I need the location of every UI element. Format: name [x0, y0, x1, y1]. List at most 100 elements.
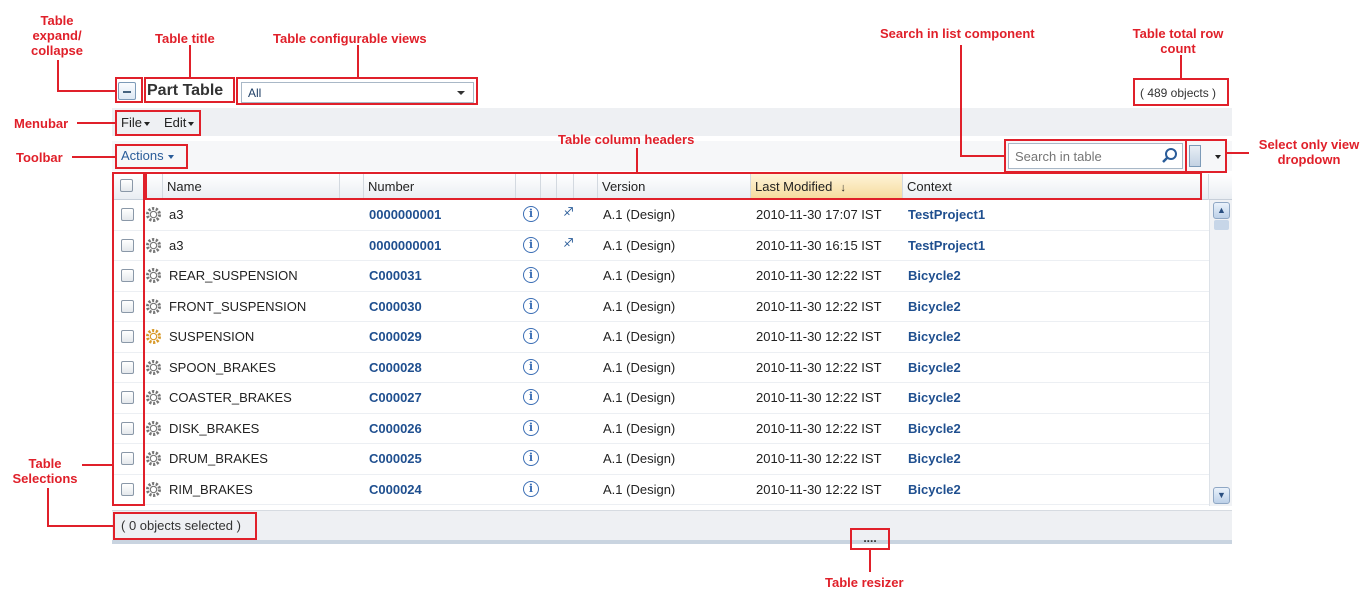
cell-context-link[interactable]: Bicycle2 [908, 421, 961, 436]
annotation-box-search [1004, 139, 1187, 173]
table-row[interactable]: RIM_BRAKES C000024 i A.1 (Design) 2010-11-30… [112, 475, 1209, 505]
table-row[interactable]: REAR_SUSPENSION C000031 i A.1 (Design) 2010-… [112, 261, 1209, 292]
table-row[interactable]: SPOON_BRAKES C000028 i A.1 (Design) 2010-11-… [112, 353, 1209, 383]
scroll-thumb[interactable] [1214, 220, 1229, 230]
table-row[interactable]: DRUM_BRAKES C000025 i A.1 (Design) 2010-11-3… [112, 444, 1209, 475]
cell-name: a3 [169, 237, 184, 253]
cell-name: FRONT_SUSPENSION [169, 298, 307, 314]
callout-toolbar: Toolbar [16, 150, 63, 165]
annotation-line [77, 122, 115, 124]
annotation-line [47, 488, 49, 526]
annotation-box-views [236, 77, 478, 105]
cell-number-link[interactable]: C000028 [369, 360, 422, 375]
annotation-box-menubar [115, 110, 201, 136]
annotation-line [47, 525, 113, 527]
cell-last-modified: 2010-11-30 12:22 IST [756, 298, 882, 314]
callout-search: Search in list component [880, 26, 1035, 41]
annotation-line [72, 156, 115, 158]
table-row[interactable]: DISK_BRAKES C000026 i A.1 (Design) 2010-11-3… [112, 414, 1209, 444]
table-row[interactable]: COASTER_BRAKES C000027 i A.1 (Design) 2010-1… [112, 383, 1209, 414]
table-footer [112, 510, 1232, 540]
info-icon[interactable]: i [523, 206, 539, 222]
workflow-icon[interactable]: ♐ [563, 236, 574, 250]
annotation-line [1227, 152, 1249, 154]
cell-context-link[interactable]: Bicycle2 [908, 360, 961, 375]
cell-last-modified: 2010-11-30 12:22 IST [756, 451, 882, 466]
info-icon[interactable]: i [523, 328, 539, 344]
cell-version: A.1 (Design) [603, 420, 676, 436]
table-row[interactable]: a3 0000000001 i ♐ A.1 (Design) 2010-11-30 16:… [112, 231, 1209, 261]
cell-number-link[interactable]: 0000000001 [369, 238, 441, 253]
cell-context-link[interactable]: Bicycle2 [908, 451, 961, 466]
info-icon[interactable]: i [523, 267, 539, 283]
cell-last-modified: 2010-11-30 12:22 IST [756, 359, 882, 375]
cell-name: a3 [169, 207, 184, 222]
info-icon[interactable]: i [523, 236, 539, 253]
cell-last-modified: 2010-11-30 12:22 IST [756, 420, 882, 436]
annotation-line [1180, 55, 1182, 78]
cell-version: A.1 (Design) [603, 481, 676, 497]
part-icon [146, 390, 161, 405]
annotation-line [57, 60, 59, 92]
cell-context-link[interactable]: TestProject1 [908, 238, 985, 253]
cell-number-link[interactable]: C000027 [369, 390, 422, 405]
callout-title: Table title [155, 31, 215, 46]
part-icon [146, 359, 161, 375]
info-icon[interactable]: i [523, 450, 539, 466]
cell-last-modified: 2010-11-30 12:22 IST [756, 390, 882, 405]
annotation-box-selections [112, 172, 145, 506]
cell-context-link[interactable]: Bicycle2 [908, 299, 961, 314]
cell-last-modified: 2010-11-30 12:22 IST [756, 268, 882, 283]
annotation-box-toolbar [115, 144, 188, 169]
table-body: a3 0000000001 i ♐ A.1 (Design) 2010-11-30 17:… [112, 200, 1209, 506]
info-icon[interactable]: i [523, 389, 539, 405]
cell-version: A.1 (Design) [603, 207, 676, 222]
annotation-box-column-headers [145, 172, 1202, 200]
scroll-down-button[interactable]: ▼ [1213, 487, 1230, 504]
cell-number-link[interactable]: C000024 [369, 482, 422, 497]
annotation-box-expand [115, 77, 143, 103]
cell-number-link[interactable]: C000029 [369, 329, 422, 344]
callout-views: Table configurable views [273, 31, 427, 46]
part-icon [146, 481, 161, 497]
table-row[interactable]: SUSPENSION C000029 i A.1 (Design) 2010-11-30… [112, 322, 1209, 353]
cell-name: DISK_BRAKES [169, 420, 260, 436]
annotation-box-selected-count [113, 512, 257, 540]
callout-resizer: Table resizer [825, 575, 904, 590]
cell-number-link[interactable]: C000026 [369, 421, 422, 436]
table-row[interactable]: a3 0000000001 i ♐ A.1 (Design) 2010-11-30 17:… [112, 200, 1209, 231]
annotation-box-resizer [850, 528, 890, 550]
cell-number-link[interactable]: C000025 [369, 451, 422, 466]
vertical-scrollbar[interactable]: ▲ ▼ [1209, 200, 1232, 506]
cell-last-modified: 2010-11-30 12:22 IST [756, 481, 882, 497]
cell-context-link[interactable]: Bicycle2 [908, 390, 961, 405]
info-icon[interactable]: i [523, 297, 539, 314]
cell-number-link[interactable]: 0000000001 [369, 207, 441, 222]
callout-row-count: Table total row count [1132, 26, 1224, 56]
part-icon [146, 451, 161, 466]
footer-divider [112, 540, 1232, 544]
callout-column-headers: Table column headers [558, 132, 695, 147]
info-icon[interactable]: i [523, 419, 539, 436]
cell-number-link[interactable]: C000031 [369, 268, 422, 283]
table-row[interactable]: FRONT_SUSPENSION C000030 i A.1 (Design) 2010… [112, 292, 1209, 322]
annotation-box-title [144, 77, 235, 103]
cell-last-modified: 2010-11-30 12:22 IST [756, 329, 882, 344]
info-icon[interactable]: i [523, 480, 539, 497]
cell-version: A.1 (Design) [603, 268, 676, 283]
cell-number-link[interactable]: C000030 [369, 299, 422, 314]
workflow-icon[interactable]: ♐ [563, 205, 574, 219]
cell-name: SUSPENSION [169, 329, 255, 344]
cell-context-link[interactable]: TestProject1 [908, 207, 985, 222]
annotation-box-row-count [1133, 78, 1229, 106]
callout-selections: Table Selections [12, 456, 78, 486]
cell-context-link[interactable]: Bicycle2 [908, 268, 961, 283]
cell-context-link[interactable]: Bicycle2 [908, 482, 961, 497]
cell-version: A.1 (Design) [603, 298, 676, 314]
part-icon [146, 420, 161, 436]
cell-context-link[interactable]: Bicycle2 [908, 329, 961, 344]
info-icon[interactable]: i [523, 358, 539, 375]
annotation-line [357, 45, 359, 77]
scroll-up-button[interactable]: ▲ [1213, 202, 1230, 219]
cell-name: DRUM_BRAKES [169, 451, 268, 466]
